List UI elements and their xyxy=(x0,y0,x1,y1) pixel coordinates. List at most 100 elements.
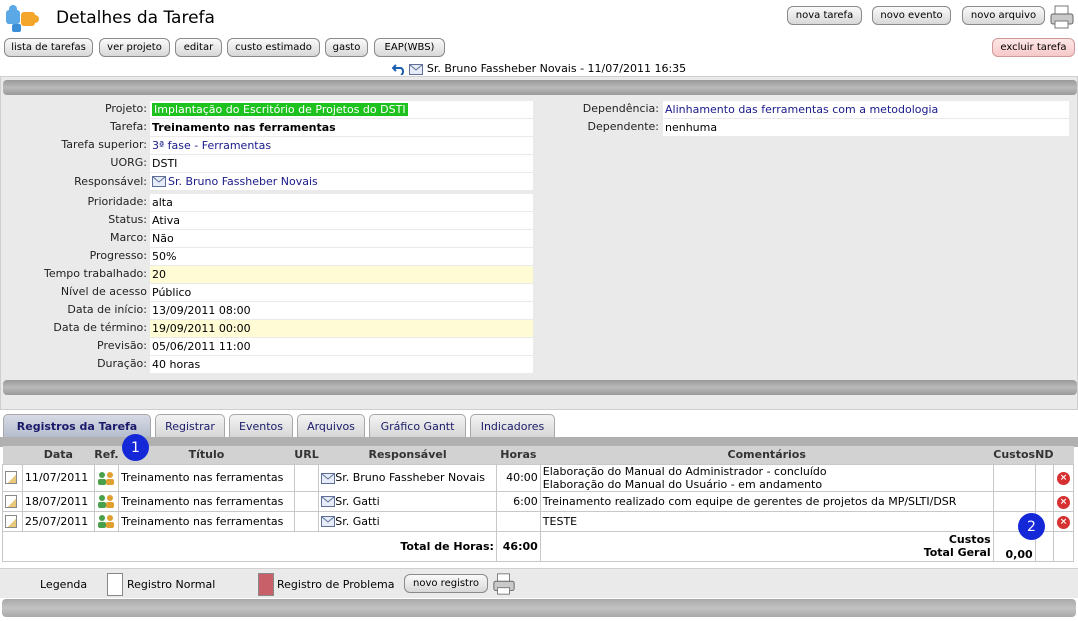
legend-label: Legenda xyxy=(40,578,88,591)
col-date[interactable]: Data xyxy=(22,446,95,464)
row-url xyxy=(293,463,320,492)
label-owner: Responsável: xyxy=(74,175,147,188)
total-hours-label: Total de Horas: xyxy=(2,530,497,562)
col-nd[interactable]: ND xyxy=(1035,446,1054,464)
estimated-cost-button[interactable]: custo estimado xyxy=(227,38,320,57)
view-project-button[interactable]: ver projeto xyxy=(99,38,170,57)
row-cost xyxy=(992,463,1036,492)
row-url xyxy=(293,490,320,512)
tab-gantt-chart[interactable]: Gráfico Gantt xyxy=(369,414,466,437)
label-project: Projeto: xyxy=(104,102,147,115)
owner-name[interactable]: Sr. Gatti xyxy=(335,495,379,508)
row-hours: 6:00 xyxy=(495,490,541,512)
panel-top-bar xyxy=(3,80,1077,95)
delete-icon[interactable]: × xyxy=(1057,515,1070,529)
value-access-level: Público xyxy=(150,284,533,301)
label-progress: Progresso: xyxy=(89,249,147,262)
total-costs-label: Custos Total Geral xyxy=(539,530,994,562)
owner-name[interactable]: Sr. Gatti xyxy=(335,515,379,528)
delete-icon[interactable]: × xyxy=(1057,495,1070,509)
panel-bottom-bar xyxy=(3,380,1077,395)
row-hours xyxy=(495,510,541,532)
task-owner-line: Sr. Bruno Fassheber Novais - 11/07/2011 … xyxy=(0,62,1078,75)
tab-register[interactable]: Registrar xyxy=(155,414,225,437)
row-url xyxy=(293,510,320,532)
row-date: 18/07/2011 xyxy=(21,490,95,512)
new-log-button[interactable]: novo registro xyxy=(404,574,488,593)
group-icon[interactable] xyxy=(97,514,115,528)
row-comments: Treinamento realizado com equipe de gere… xyxy=(539,490,994,512)
row-title[interactable]: Treinamento nas ferramentas xyxy=(118,463,295,492)
email-icon[interactable] xyxy=(321,516,336,527)
row-nd xyxy=(1034,463,1055,492)
row-owner[interactable]: Sr. Bruno Fassheber Novais xyxy=(318,463,497,492)
email-icon[interactable] xyxy=(152,176,166,187)
costs-label: Custos xyxy=(948,533,991,546)
owner-name[interactable]: Sr. Bruno Fassheber Novais xyxy=(168,175,318,188)
tab-files[interactable]: Arquivos xyxy=(297,414,365,437)
group-icon[interactable] xyxy=(97,471,115,485)
col-url[interactable]: URL xyxy=(294,446,319,464)
problem-swatch xyxy=(258,573,274,596)
col-hours[interactable]: Horas xyxy=(496,446,541,464)
undo-icon[interactable] xyxy=(391,63,406,75)
legend-bar: Legenda Registro Normal Registro de Prob… xyxy=(0,568,1078,617)
group-icon[interactable] xyxy=(97,494,115,508)
value-parent-task[interactable]: 3ª fase - Ferramentas xyxy=(150,137,533,154)
printer-icon[interactable] xyxy=(1050,4,1074,30)
value-project[interactable]: Implantação do Escritório de Projetos do… xyxy=(150,101,533,118)
delete-icon[interactable]: × xyxy=(1057,472,1070,485)
task-list-button[interactable]: lista de tarefas xyxy=(4,38,93,57)
row-date: 25/07/2011 xyxy=(21,510,95,532)
printer-icon[interactable] xyxy=(492,572,516,596)
edit-icon[interactable] xyxy=(5,494,17,508)
row-owner[interactable]: Sr. Gatti xyxy=(318,510,497,532)
expense-button[interactable]: gasto xyxy=(325,38,368,57)
label-uorg: UORG: xyxy=(110,156,147,169)
value-progress: 50% xyxy=(150,248,533,265)
puzzle-logo-icon xyxy=(6,5,39,32)
value-forecast: 05/06/2011 11:00 xyxy=(150,338,533,355)
email-icon[interactable] xyxy=(409,63,424,75)
col-costs[interactable]: Custos xyxy=(993,446,1036,464)
row-title[interactable]: Treinamento nas ferramentas xyxy=(118,490,295,512)
new-event-button[interactable]: novo evento xyxy=(872,6,951,25)
col-comments[interactable]: Comentários xyxy=(540,446,994,464)
wbs-button[interactable]: EAP(WBS) xyxy=(374,38,445,57)
legend-normal: Registro Normal xyxy=(127,578,216,591)
col-ref[interactable]: Ref. xyxy=(94,446,119,464)
table-header-row: Data Ref. Título URL Responsável Horas C… xyxy=(2,446,1074,464)
row-comments: TESTE xyxy=(539,510,994,532)
tab-events[interactable]: Eventos xyxy=(229,414,293,437)
row-date: 11/07/2011 xyxy=(21,463,95,492)
email-icon[interactable] xyxy=(321,496,336,507)
col-edit xyxy=(2,446,23,464)
edit-icon[interactable] xyxy=(5,514,17,528)
new-task-button[interactable]: nova tarefa xyxy=(787,6,862,25)
value-duration: 40 horas xyxy=(150,356,533,373)
owner-name[interactable]: Sr. Bruno Fassheber Novais xyxy=(335,471,485,484)
label-status: Status: xyxy=(108,213,147,226)
edit-button[interactable]: editar xyxy=(175,38,222,57)
tab-indicators[interactable]: Indicadores xyxy=(470,414,555,437)
row-owner[interactable]: Sr. Gatti xyxy=(318,490,497,512)
edit-icon[interactable] xyxy=(5,471,17,485)
page-header: Detalhes da Tarefa nova tarefa novo even… xyxy=(0,0,1078,38)
row-nd xyxy=(1034,490,1055,512)
email-icon[interactable] xyxy=(321,472,336,484)
row-title[interactable]: Treinamento nas ferramentas xyxy=(118,510,295,532)
value-owner[interactable]: Sr. Bruno Fassheber Novais xyxy=(150,173,533,190)
value-status: Ativa xyxy=(150,212,533,229)
label-priority: Prioridade: xyxy=(87,195,147,208)
row-cost xyxy=(992,490,1036,512)
value-priority: alta xyxy=(150,194,533,211)
project-link[interactable]: Implantação do Escritório de Projetos do… xyxy=(152,103,408,116)
legend-problem: Registro de Problema xyxy=(277,578,395,591)
tab-task-logs[interactable]: Registros da Tarefa xyxy=(3,414,151,437)
table-row: 11/07/2011 Treinamento nas ferramentas S… xyxy=(2,463,1074,492)
col-owner[interactable]: Responsável xyxy=(318,446,497,464)
value-dependency[interactable]: Alinhamento das ferramentas com a metodo… xyxy=(663,101,1069,118)
delete-task-button[interactable]: excluir tarefa xyxy=(992,38,1075,57)
label-end-date: Data de término: xyxy=(53,321,147,334)
new-file-button[interactable]: novo arquivo xyxy=(962,6,1045,25)
